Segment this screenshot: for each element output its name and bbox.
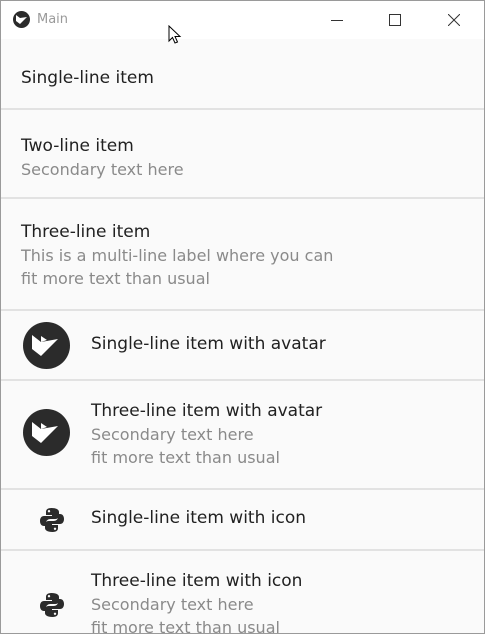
mouse-cursor-icon	[168, 25, 182, 44]
maximize-button[interactable]	[372, 1, 418, 39]
minimize-button[interactable]	[314, 1, 360, 39]
list-item-three-line[interactable]: Three-line item This is a multi-line lab…	[1, 199, 484, 311]
item-tertiary-text: fit more text than usual	[91, 618, 280, 634]
item-tertiary-text: fit more text than usual	[21, 269, 210, 288]
item-primary-text: Three-line item with icon	[91, 571, 303, 591]
list-item-single-line-icon[interactable]: Single-line item with icon	[1, 490, 484, 551]
item-secondary-text: Secondary text here	[91, 425, 254, 444]
window-title: Main	[37, 12, 69, 27]
item-primary-text: Three-line item	[21, 222, 151, 242]
item-primary-text: Single-line item	[21, 68, 154, 88]
title-bar[interactable]: Main	[1, 1, 484, 39]
close-icon	[448, 14, 460, 26]
item-secondary-text: Secondary text here	[91, 595, 254, 614]
close-button[interactable]	[431, 1, 477, 39]
minimize-icon	[331, 20, 343, 21]
python-icon	[40, 593, 64, 617]
kivy-avatar-icon	[23, 409, 70, 456]
item-primary-text: Single-line item with avatar	[91, 334, 326, 354]
item-secondary-text: This is a multi-line label where you can	[21, 246, 334, 265]
list-item-three-line-icon[interactable]: Three-line item with icon Secondary text…	[1, 551, 484, 634]
python-icon	[40, 508, 64, 532]
item-secondary-text: Secondary text here	[21, 160, 184, 179]
list-item-two-line[interactable]: Two-line item Secondary text here	[1, 110, 484, 199]
main-window: Main Single-line item Two-line item Seco…	[0, 0, 485, 634]
item-primary-text: Three-line item with avatar	[91, 401, 323, 421]
item-primary-text: Two-line item	[21, 136, 134, 156]
list-item-single-line-avatar[interactable]: Single-line item with avatar	[1, 311, 484, 381]
kivy-avatar-icon	[23, 322, 70, 369]
item-tertiary-text: fit more text than usual	[91, 448, 280, 467]
item-primary-text: Single-line item with icon	[91, 508, 307, 528]
list-item-three-line-avatar[interactable]: Three-line item with avatar Secondary te…	[1, 381, 484, 490]
maximize-icon	[389, 14, 401, 26]
kivy-logo-icon	[13, 11, 30, 28]
list-item-single-line[interactable]: Single-line item	[1, 40, 484, 110]
